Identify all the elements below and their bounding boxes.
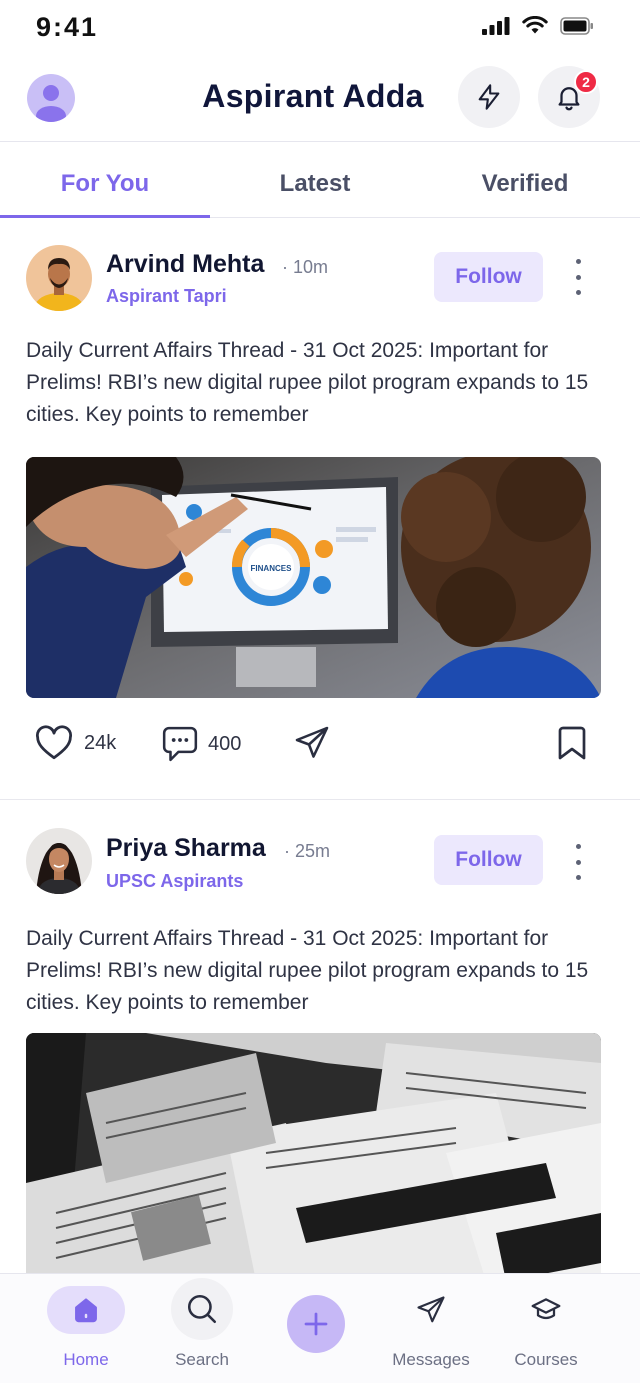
tab-verified[interactable]: Verified [420, 142, 630, 217]
flash-button[interactable] [458, 66, 520, 128]
bookmark-button[interactable] [556, 725, 588, 761]
nav-messages[interactable]: Messages [376, 1286, 486, 1370]
nav-search-icon-wrap [171, 1278, 233, 1340]
author-photo-icon [26, 828, 92, 894]
like-button[interactable]: 24k [34, 725, 116, 761]
more-options-button[interactable] [568, 259, 588, 295]
tab-for-you[interactable]: For You [0, 142, 210, 218]
feed-post: Priya Sharma · 25m UPSC Aspirants Follow… [0, 801, 640, 1281]
wifi-icon [522, 16, 548, 34]
post-image[interactable]: FINANCES [26, 457, 601, 698]
newspapers-image [26, 1033, 601, 1281]
post-time: · 10m [282, 257, 329, 277]
heart-icon [36, 725, 72, 760]
follow-button[interactable]: Follow [434, 252, 543, 302]
share-button[interactable] [294, 725, 330, 761]
app-title: Aspirant Adda [202, 78, 424, 114]
comment-count: 400 [208, 732, 242, 755]
author-name[interactable]: Priya Sharma [106, 834, 266, 863]
status-bar: 9:41 [0, 0, 640, 54]
nav-courses[interactable]: Courses [491, 1286, 601, 1370]
nav-courses-label: Courses [514, 1350, 578, 1369]
notification-badge: 2 [574, 70, 598, 94]
post-image[interactable] [26, 1033, 601, 1281]
post-text: Daily Current Affairs Thread - 31 Oct 20… [26, 927, 589, 1014]
search-icon [187, 1294, 217, 1324]
battery-icon [560, 16, 593, 35]
post-actions: 24k 400 [0, 725, 640, 769]
bottom-navigation: Home Search Messages Courses [0, 1273, 640, 1383]
group-name[interactable]: UPSC Aspirants [106, 871, 243, 892]
lightning-icon [478, 84, 500, 110]
nav-home-icon-wrap [47, 1286, 125, 1334]
app-header: Aspirant Adda 2 [0, 54, 640, 142]
like-count: 24k [84, 731, 117, 754]
follow-button[interactable]: Follow [434, 835, 543, 885]
home-icon [75, 1298, 97, 1323]
nav-messages-icon-wrap [392, 1286, 470, 1334]
finance-meeting-image: FINANCES [26, 457, 601, 698]
post-time: · 25m [284, 841, 331, 861]
tab-latest[interactable]: Latest [210, 142, 420, 217]
nav-messages-label: Messages [392, 1350, 470, 1369]
create-post-button[interactable] [287, 1295, 345, 1353]
nav-home-label: Home [63, 1350, 109, 1369]
comment-button[interactable]: 400 [162, 725, 241, 763]
notifications-button[interactable]: 2 [538, 66, 600, 128]
author-avatar[interactable] [26, 828, 92, 894]
send-icon [295, 726, 329, 758]
graduation-cap-icon [531, 1298, 561, 1320]
author-photo-icon [26, 245, 92, 311]
more-options-button[interactable] [568, 844, 588, 880]
plus-icon [304, 1312, 328, 1336]
post-text: Daily Current Affairs Thread - 31 Oct 20… [26, 339, 589, 426]
nav-courses-icon-wrap [507, 1286, 585, 1334]
status-time: 9:41 [36, 12, 99, 42]
send-icon [417, 1296, 445, 1323]
nav-home[interactable]: Home [31, 1286, 141, 1370]
feed-post: Arvind Mehta · 10m Aspirant Tapri Follow… [0, 218, 640, 800]
image-caption: FINANCES [251, 564, 293, 573]
comment-icon [162, 726, 198, 762]
nav-search[interactable]: Search [147, 1278, 257, 1370]
nav-search-label: Search [175, 1350, 229, 1369]
author-avatar[interactable] [26, 245, 92, 311]
bookmark-icon [558, 726, 586, 760]
group-name[interactable]: Aspirant Tapri [106, 286, 227, 307]
author-name[interactable]: Arvind Mehta [106, 250, 264, 279]
feed-tabs: For You Latest Verified [0, 142, 640, 218]
status-icons [482, 16, 594, 35]
signal-icon [482, 16, 510, 35]
